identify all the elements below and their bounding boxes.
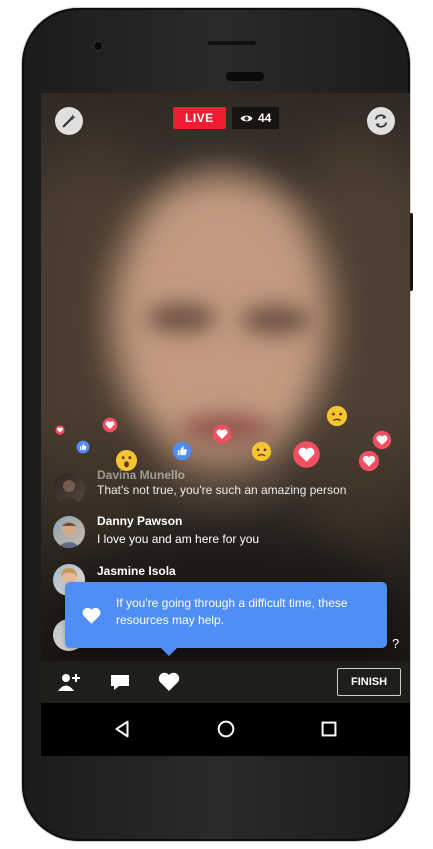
like-reaction-icon [172, 441, 192, 461]
like-reaction-icon [76, 440, 90, 454]
add-friend-icon[interactable] [57, 670, 81, 694]
broadcast-toolbar: FINISH [41, 661, 410, 703]
viewer-count-badge: 44 [232, 107, 280, 129]
comment-text: I love you and am here for you [97, 532, 260, 546]
comment-author: Jasmine Isola [97, 564, 176, 578]
comment-item: Davina Munello That's not true, you're s… [53, 467, 403, 507]
comment-text-fragment: ? [392, 636, 400, 651]
avatar [53, 516, 85, 548]
support-resources-text: If you're going through a difficult time… [116, 596, 348, 627]
heart-icon [82, 607, 101, 624]
avatar [53, 473, 85, 505]
effects-button[interactable] [55, 107, 83, 135]
love-reaction-icon [372, 430, 392, 450]
earpiece-speaker [226, 72, 264, 81]
sad-reaction-icon [251, 441, 272, 462]
comment-icon[interactable] [108, 670, 132, 694]
comment-author: Danny Pawson [97, 514, 183, 528]
flip-camera-button[interactable] [367, 107, 395, 135]
live-badge: LIVE [173, 107, 226, 129]
heart-icon[interactable] [157, 670, 181, 694]
back-icon[interactable] [111, 718, 133, 740]
front-camera [94, 42, 102, 50]
comment-text: That's not true, you're such an amazing … [97, 483, 347, 497]
love-reaction-icon [292, 440, 321, 469]
magic-wand-icon [62, 114, 76, 128]
support-resources-prompt[interactable]: If you're going through a difficult time… [65, 582, 387, 656]
home-icon[interactable] [215, 718, 237, 740]
love-reaction-icon [102, 417, 118, 433]
finish-button[interactable]: FINISH [337, 668, 401, 696]
android-navigation-bar [41, 703, 410, 756]
comment-author: Davina Munello [97, 468, 186, 482]
phone-sensor [208, 41, 256, 45]
camera-flip-icon [374, 114, 388, 128]
comment-item: Danny Pawson I love you and am here for … [53, 513, 403, 553]
viewer-count: 44 [258, 111, 272, 125]
sad-reaction-icon [326, 405, 348, 427]
eye-icon [240, 115, 253, 121]
live-broadcast-screen: LIVE 44 Davina Munello That's not true, … [41, 93, 410, 756]
love-reaction-icon [212, 424, 232, 444]
recents-icon[interactable] [318, 718, 340, 740]
love-reaction-icon [55, 425, 65, 435]
